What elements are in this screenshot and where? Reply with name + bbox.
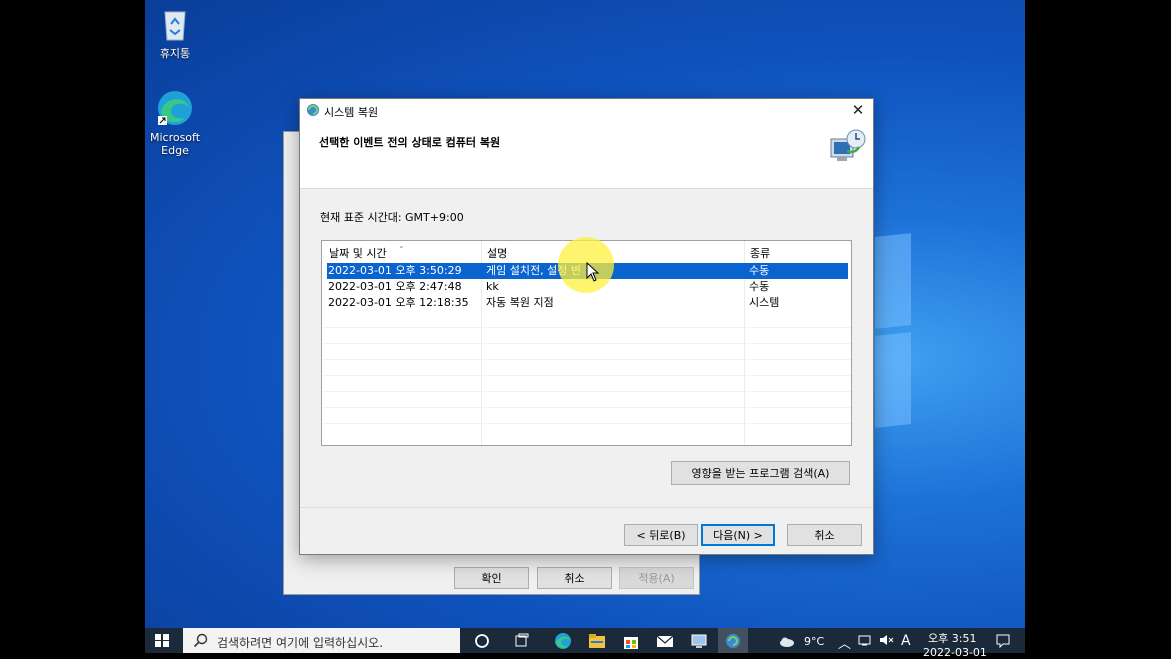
cancel-button[interactable]: 취소 [787,524,862,546]
scan-affected-programs-button[interactable]: 영향을 받는 프로그램 검색(A) [671,461,850,485]
row-description: 자동 복원 지점 [486,296,554,309]
notification-icon[interactable] [995,632,1013,650]
cortana-icon[interactable] [474,632,492,650]
column-header-date[interactable]: 날짜 및 시간 [329,245,387,261]
row-date: 2022-03-01 오후 3:50:29 [328,264,462,277]
footer-divider [300,507,873,508]
window-title: 시스템 복원 [324,106,379,119]
system-restore-dialog: 시스템 복원 ✕ 선택한 이벤트 전의 상태로 컴퓨터 복원 현재 표준 시간대… [299,98,874,555]
row-type: 시스템 [749,296,780,309]
row-date: 2022-03-01 오후 12:18:35 [328,296,469,309]
column-header-type[interactable]: 종류 [750,245,770,261]
volume-muted-icon[interactable] [878,632,896,650]
edge-label-line1: Microsoft [149,131,201,144]
table-row[interactable]: 2022-03-01 오후 12:18:35 자동 복원 지점 시스템 [327,295,848,311]
system-restore-icon [306,103,320,117]
edge-icon [155,88,195,128]
edge-taskbar-icon[interactable] [554,632,572,650]
taskbar: 검색하려면 여기에 입력하십시오. 9°C ︿ A 오후 3:51 2022-0… [145,628,1025,659]
restore-computer-icon [828,127,868,167]
weather-temperature[interactable]: 9°C [804,635,824,648]
next-button[interactable]: 다음(N) > [701,524,775,546]
system-properties-taskbar-icon[interactable] [690,632,708,650]
cancel-button[interactable]: 취소 [537,567,612,589]
edge-label-line2: Edge [161,144,189,157]
page-title: 선택한 이벤트 전의 상태로 컴퓨터 복원 [319,136,501,149]
chevron-up-icon[interactable]: ︿ [838,633,851,652]
file-explorer-icon[interactable] [588,632,606,650]
edge-shortcut[interactable]: Microsoft Edge [145,88,205,157]
row-date: 2022-03-01 오후 2:47:48 [328,280,462,293]
system-restore-taskbar-icon[interactable] [724,632,742,650]
mail-icon[interactable] [656,632,674,650]
recycle-bin-icon [155,4,195,44]
network-icon[interactable] [857,632,875,650]
back-button[interactable]: < 뒤로(B) [624,524,698,546]
search-placeholder: 검색하려면 여기에 입력하십시오. [217,636,384,650]
close-icon[interactable]: ✕ [849,101,867,119]
mouse-pointer-icon [586,261,600,282]
sort-arrow-icon: ⌄ [398,241,405,250]
ime-indicator[interactable]: A [901,633,911,649]
task-view-icon[interactable] [514,632,532,650]
store-icon[interactable] [622,632,640,650]
row-type: 수동 [749,280,770,293]
taskbar-search[interactable]: 검색하려면 여기에 입력하십시오. [183,628,460,653]
row-type: 수동 [749,264,770,277]
title-bar[interactable]: 시스템 복원 ✕ [300,99,873,123]
ok-button[interactable]: 확인 [454,567,529,589]
recycle-bin[interactable]: 휴지통 [145,4,205,60]
dialog-header: 선택한 이벤트 전의 상태로 컴퓨터 복원 [300,123,873,189]
windows-logo-pane [875,233,911,329]
apply-button: 적용(A) [619,567,694,589]
windows-logo-pane [875,332,911,428]
row-description: kk [486,280,499,293]
search-icon [193,633,208,651]
timezone-label: 현재 표준 시간대: GMT+9:00 [320,211,464,224]
recycle-bin-label: 휴지통 [159,47,191,60]
start-windows-icon[interactable] [154,632,172,650]
clock-time[interactable]: 오후 3:51 [928,630,976,646]
column-header-description[interactable]: 설명 [487,245,507,261]
weather-cloud-icon[interactable] [778,632,796,650]
